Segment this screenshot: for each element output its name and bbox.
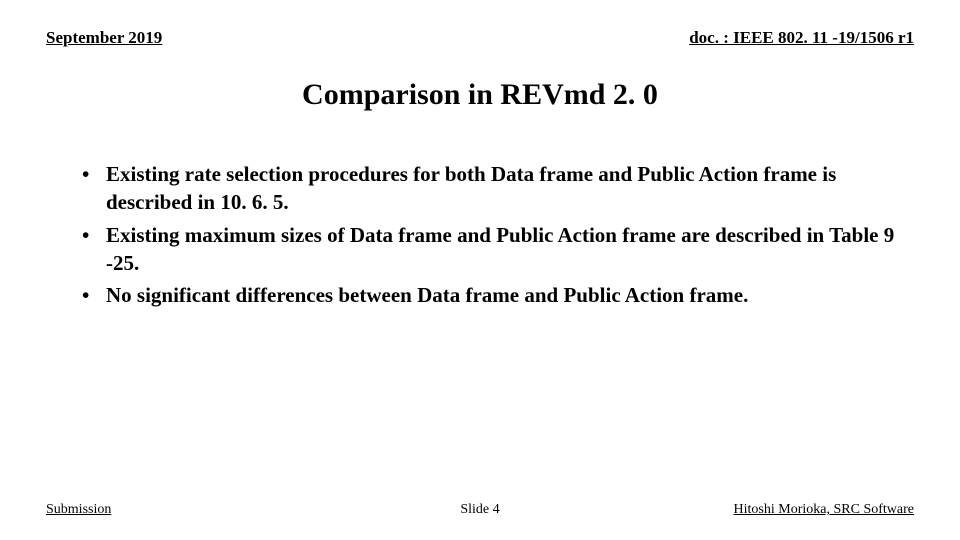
header-date: September 2019 (46, 28, 162, 48)
slide-title: Comparison in REVmd 2. 0 (0, 78, 960, 112)
bullet-item: Existing rate selection procedures for b… (78, 160, 900, 217)
footer-center: Slide 4 (460, 502, 499, 518)
footer-right: Hitoshi Morioka, SRC Software (734, 502, 914, 518)
footer-left: Submission (46, 502, 111, 518)
slide-header: September 2019 doc. : IEEE 802. 11 -19/1… (46, 28, 914, 48)
bullet-list: Existing rate selection procedures for b… (78, 160, 900, 310)
bullet-item: Existing maximum sizes of Data frame and… (78, 221, 900, 278)
bullet-item: No significant differences between Data … (78, 281, 900, 309)
header-docref: doc. : IEEE 802. 11 -19/1506 r1 (689, 28, 914, 48)
slide-footer: Submission Slide 4 Hitoshi Morioka, SRC … (46, 502, 914, 518)
slide-body: Existing rate selection procedures for b… (78, 160, 900, 314)
slide: September 2019 doc. : IEEE 802. 11 -19/1… (0, 0, 960, 540)
